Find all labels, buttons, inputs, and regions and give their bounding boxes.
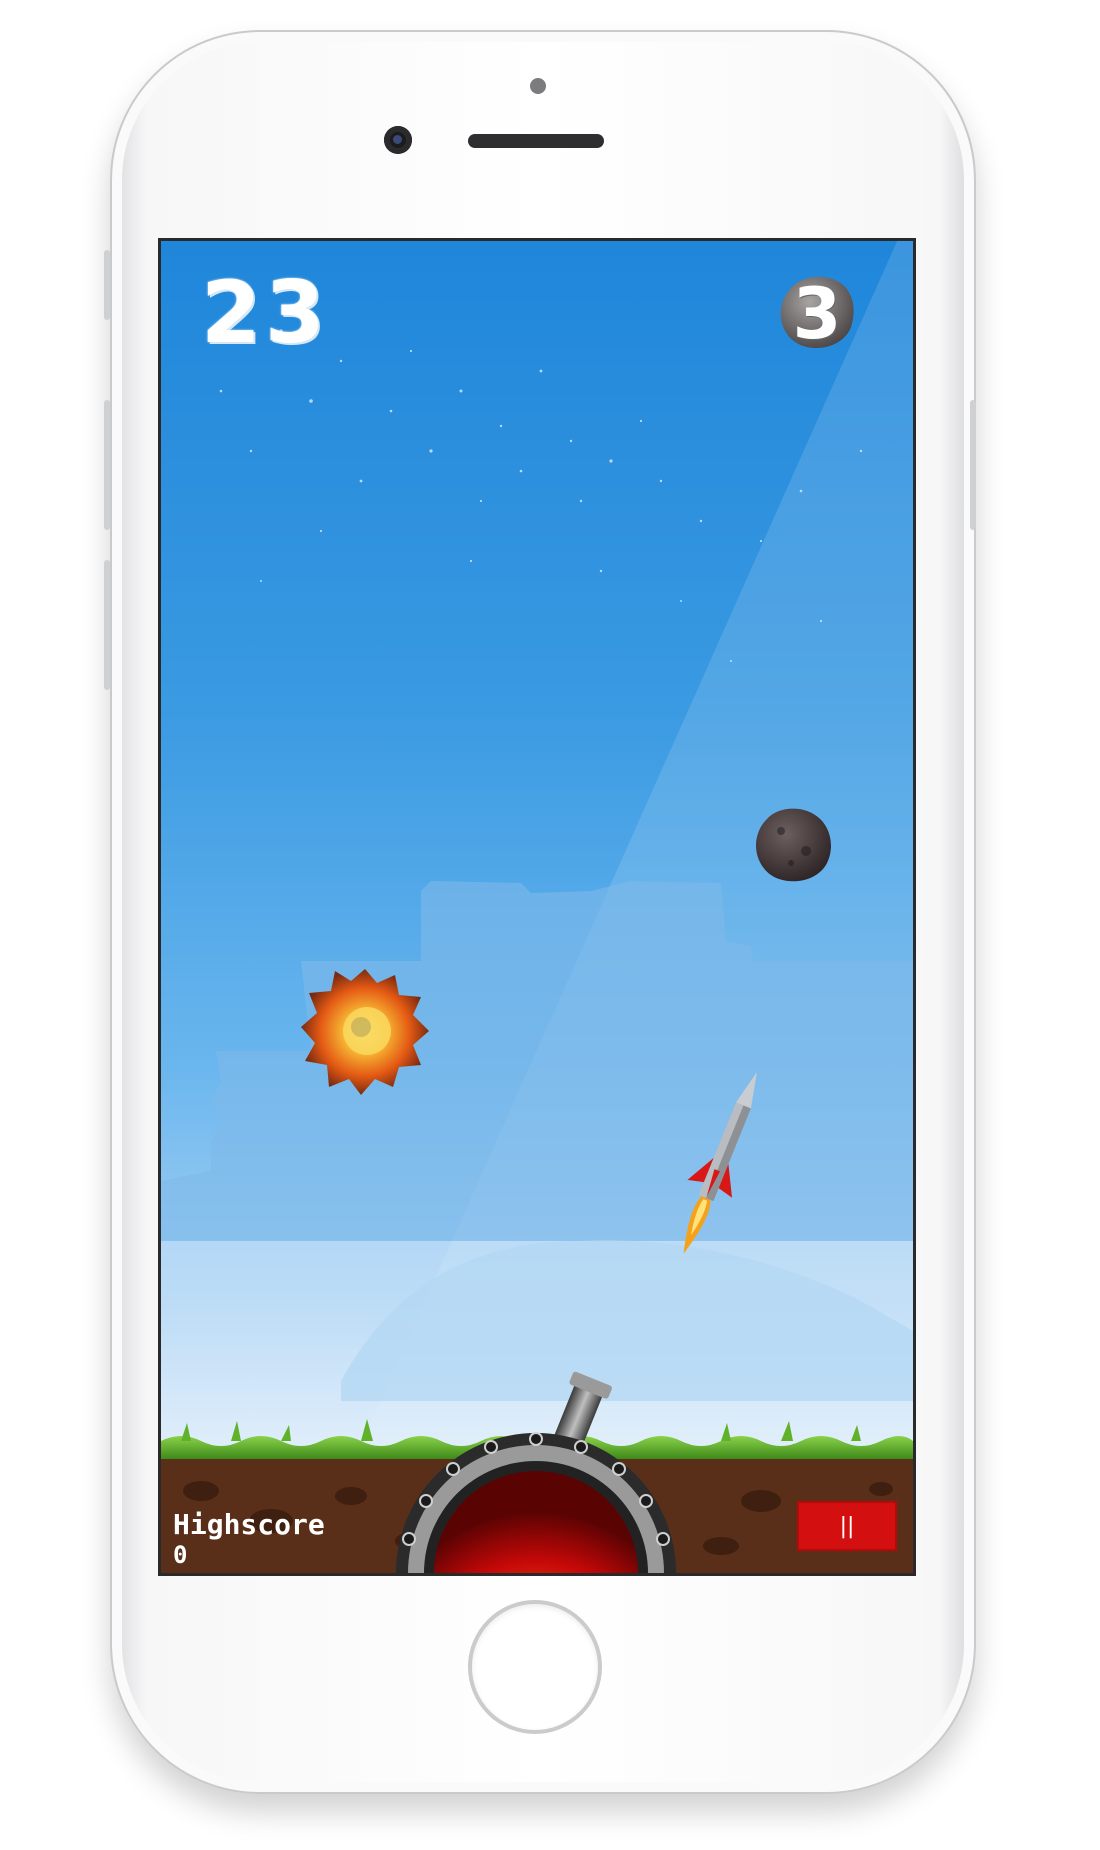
explosion-icon — [301, 969, 429, 1095]
earpiece-speaker — [468, 134, 604, 148]
cannon-icon[interactable] — [391, 1371, 681, 1573]
pause-button[interactable]: || — [797, 1501, 897, 1551]
highscore-label: Highscore — [173, 1508, 325, 1541]
ammo-count: 3 — [792, 273, 842, 355]
volume-up-button — [104, 400, 110, 530]
proximity-sensor — [530, 78, 546, 94]
mute-switch — [104, 250, 110, 320]
ammo-indicator: 3 — [775, 269, 859, 355]
front-camera — [384, 126, 412, 154]
pause-icon: || — [839, 1513, 855, 1539]
rocket-icon — [683, 1071, 757, 1254]
score-counter: 23 — [201, 263, 329, 363]
home-button[interactable] — [468, 1600, 602, 1734]
volume-down-button — [104, 560, 110, 690]
highscore-value: 0 — [173, 1541, 188, 1569]
game-screen[interactable]: 23 3 Highscore 0 || — [158, 238, 916, 1576]
asteroid-icon — [755, 808, 831, 882]
power-button — [970, 400, 976, 530]
